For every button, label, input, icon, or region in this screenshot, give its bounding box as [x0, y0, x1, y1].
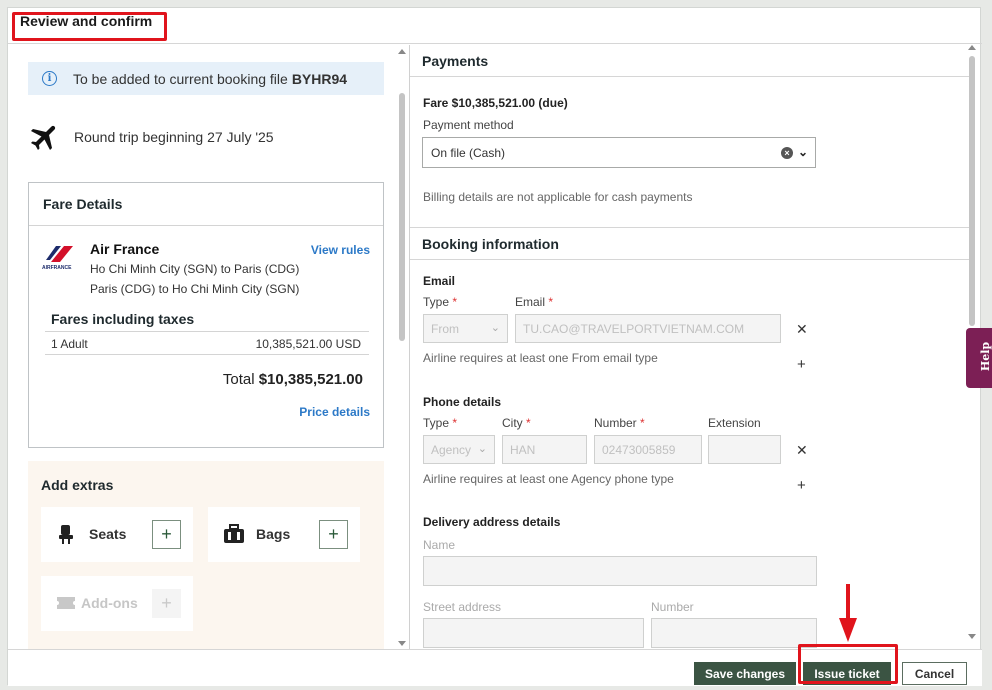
chevron-down-icon: ⌄ [490, 322, 500, 334]
add-addons-button: + [152, 589, 181, 618]
city-input[interactable]: HAN [502, 435, 587, 464]
add-extras-title: Add extras [41, 477, 114, 493]
phone-type-select[interactable]: Agency ⌄ [423, 435, 495, 464]
booking-file-banner: i To be added to current booking file BY… [28, 62, 384, 95]
chevron-down-icon: ⌄ [477, 443, 487, 455]
number-label: Number * [594, 416, 645, 430]
city-label: City * [502, 416, 531, 430]
air-france-logo: AIRFRANCE [42, 245, 76, 274]
trip-text: Round trip beginning 27 July '25 [74, 129, 274, 145]
phone-section-title: Phone details [423, 395, 502, 409]
chevron-down-icon[interactable]: ⌄ [798, 145, 808, 159]
payment-method-value: On file (Cash) [431, 146, 506, 160]
phone-type-value: Agency [431, 443, 472, 457]
booking-file-id: BYHR94 [291, 70, 348, 87]
payments-title: Payments [410, 45, 975, 77]
passenger-fare: 10,385,521.00 USD [255, 337, 361, 351]
add-bags-button[interactable]: + [319, 520, 348, 549]
street-address-label: Street address [423, 600, 502, 614]
cancel-button[interactable]: Cancel [902, 662, 967, 685]
right-scroll-up-arrow[interactable] [968, 45, 976, 50]
bags-tile[interactable]: Bags + [208, 507, 360, 562]
left-scrollbar-thumb[interactable] [399, 93, 405, 341]
addons-label: Add-ons [81, 595, 138, 611]
phone-note: Airline requires at least one Agency pho… [423, 472, 674, 486]
right-scrollbar-thumb[interactable] [969, 56, 975, 326]
help-tab[interactable]: Help [966, 328, 992, 388]
street-number-label: Number [651, 600, 694, 614]
email-type-value: From [431, 322, 459, 336]
fare-total: Total $10,385,521.00 [223, 371, 363, 388]
bags-label: Bags [256, 526, 291, 542]
street-number-input[interactable] [651, 618, 817, 648]
fare-due: Fare $10,385,521.00 (due) [423, 96, 568, 110]
logo-text: AIRFRANCE [42, 265, 72, 271]
email-type-label: Type * [423, 295, 458, 309]
review-panel: Review and confirm i To be added to curr… [7, 7, 982, 686]
fare-details-title: Fare Details [29, 183, 383, 226]
delivery-section-title: Delivery address details [423, 515, 561, 529]
addons-tile: Add-ons + [41, 576, 193, 631]
booking-file-text: To be added to current booking file [73, 70, 288, 87]
scroll-up-arrow[interactable] [398, 49, 406, 54]
total-value: $10,385,521.00 [258, 371, 363, 388]
fare-row: 1 Adult 10,385,521.00 USD [45, 331, 369, 355]
ticket-icon [57, 597, 75, 609]
add-phone-icon[interactable]: + [797, 477, 806, 494]
right-scroll-down-arrow[interactable] [968, 634, 976, 639]
info-icon: i [42, 71, 57, 86]
add-email-icon[interactable]: + [797, 356, 806, 373]
email-label: Email * [515, 295, 554, 309]
payment-method-select[interactable]: On file (Cash) × ⌄ [422, 137, 816, 168]
fare-details-card: Fare Details AIRFRANCE Air France View r… [28, 182, 384, 448]
email-type-select[interactable]: From ⌄ [423, 314, 508, 343]
airplane-icon [30, 125, 56, 151]
summary-column: i To be added to current booking file BY… [15, 45, 409, 649]
seats-label: Seats [89, 526, 127, 542]
payment-method-label: Payment method [423, 118, 514, 132]
save-changes-button[interactable]: Save changes [694, 662, 796, 685]
remove-email-icon[interactable]: ✕ [796, 321, 808, 338]
scroll-down-arrow[interactable] [398, 641, 406, 646]
trip-summary: Round trip beginning 27 July '25 [28, 120, 274, 154]
details-column: Payments Fare $10,385,521.00 (due) Payme… [410, 45, 982, 649]
remove-phone-icon[interactable]: ✕ [796, 442, 808, 459]
issue-ticket-highlight-box [798, 644, 898, 684]
fares-including-taxes-title: Fares including taxes [51, 311, 195, 327]
extension-label: Extension [708, 416, 761, 430]
route-outbound: Ho Chi Minh City (SGN) to Paris (CDG) [90, 262, 300, 276]
view-rules-link[interactable]: View rules [311, 243, 370, 257]
price-details-link[interactable]: Price details [299, 405, 370, 419]
add-extras-section: Add extras Seats + Bags + Add-ons + [28, 461, 384, 649]
street-address-input[interactable] [423, 618, 644, 648]
email-input[interactable]: TU.CAO@TRAVELPORTVIETNAM.COM [515, 314, 781, 343]
clear-icon[interactable]: × [781, 147, 793, 159]
seats-tile[interactable]: Seats + [41, 507, 193, 562]
route-return: Paris (CDG) to Ho Chi Minh City (SGN) [90, 282, 300, 296]
number-input[interactable]: 02473005859 [594, 435, 702, 464]
name-input[interactable] [423, 556, 817, 586]
name-label: Name [423, 538, 456, 552]
booking-information-title: Booking information [410, 227, 975, 260]
airline-name: Air France [90, 241, 160, 257]
email-note: Airline requires at least one From email… [423, 351, 658, 365]
extension-input[interactable] [708, 435, 781, 464]
help-label: Help [979, 341, 992, 372]
seat-icon [59, 525, 73, 544]
baggage-icon [224, 524, 244, 543]
title-highlight-box [12, 12, 167, 41]
red-arrow-icon [839, 584, 857, 642]
passenger-label: 1 Adult [51, 337, 88, 351]
total-label: Total [222, 371, 255, 388]
add-seats-button[interactable]: + [152, 520, 181, 549]
phone-type-label: Type * [423, 416, 458, 430]
email-section-title: Email [423, 274, 456, 288]
billing-note: Billing details are not applicable for c… [423, 190, 693, 204]
